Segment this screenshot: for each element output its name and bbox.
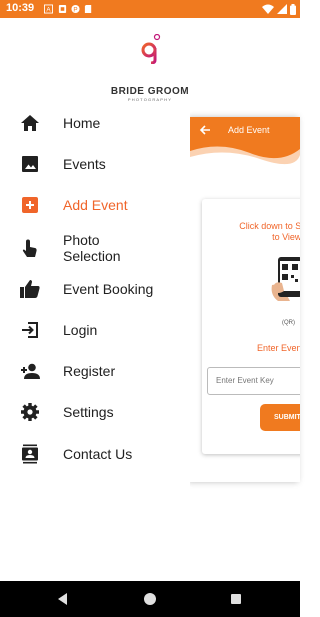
sd-card-icon xyxy=(84,4,92,14)
navigation-drawer: BRIDE GROOM PHOTOGRAPHY Home Events Add … xyxy=(0,18,190,581)
menu-item-home[interactable]: Home xyxy=(0,103,190,143)
add-event-screen: Add Event Click down to Sca to View E (Q… xyxy=(190,117,300,482)
menu-item-login[interactable]: Login xyxy=(0,310,190,350)
qr-label: (QR) xyxy=(282,320,295,326)
menu-label: Contact Us xyxy=(63,446,133,462)
menu-label: Register xyxy=(63,363,116,379)
signal-icon xyxy=(277,4,287,14)
menu-label: Login xyxy=(63,322,98,338)
status-bar: 10:39 A P xyxy=(0,0,300,18)
header-wave xyxy=(190,146,300,171)
add-box-icon xyxy=(22,197,38,213)
thumb-up-icon xyxy=(20,280,40,298)
event-key-card: Click down to Sca to View E (QR) Enter E… xyxy=(202,199,300,454)
menu-label: Event Booking xyxy=(63,281,154,297)
touch-icon xyxy=(22,239,37,257)
menu-item-settings[interactable]: Settings xyxy=(0,392,190,432)
home-circle-icon[interactable] xyxy=(142,591,158,607)
menu-item-add-event[interactable]: Add Event xyxy=(0,185,190,225)
menu-item-photo-selection[interactable]: Photo Selection xyxy=(0,227,190,269)
brand-sub: PHOTOGRAPHY xyxy=(127,97,173,102)
menu-label: Events xyxy=(63,156,106,172)
logo-mark-icon xyxy=(139,34,161,64)
menu-item-register[interactable]: Register xyxy=(0,351,190,391)
brand-name: BRIDE GROOM xyxy=(110,86,190,97)
image-icon xyxy=(22,156,38,172)
battery-icon xyxy=(290,3,296,15)
system-nav-bar xyxy=(0,581,300,617)
home-icon xyxy=(21,115,39,131)
back-icon[interactable] xyxy=(55,591,71,607)
brand-logo: BRIDE GROOM PHOTOGRAPHY xyxy=(105,34,195,104)
svg-text:P: P xyxy=(73,7,77,14)
contacts-icon xyxy=(22,444,38,464)
status-time: 10:39 xyxy=(6,2,35,14)
login-icon xyxy=(22,322,38,338)
scan-instruction: Click down to Sca to View E xyxy=(239,221,300,242)
recents-icon[interactable] xyxy=(228,591,244,607)
qr-phone-icon xyxy=(271,257,300,301)
person-add-icon xyxy=(21,363,40,379)
app-icon: P xyxy=(71,4,80,14)
gear-icon xyxy=(21,403,39,421)
back-arrow-icon[interactable] xyxy=(198,123,212,137)
app-bar: Add Event xyxy=(190,117,300,171)
menu-label: Home xyxy=(63,115,101,131)
notification-a-icon: A xyxy=(44,4,53,14)
menu-item-event-booking[interactable]: Event Booking xyxy=(0,269,190,309)
wifi-icon xyxy=(262,4,274,14)
enter-event-label: Enter Even xyxy=(257,343,300,353)
menu-item-contact-us[interactable]: Contact Us xyxy=(0,434,190,474)
submit-button[interactable]: SUBMIT xyxy=(260,404,300,431)
sim-icon xyxy=(58,4,67,14)
menu-label: Settings xyxy=(63,404,114,420)
menu-item-events[interactable]: Events xyxy=(0,144,190,184)
event-key-input[interactable]: Enter Event Key xyxy=(207,367,300,395)
menu-label: Add Event xyxy=(63,197,128,213)
screen-title: Add Event xyxy=(228,125,270,135)
menu-label: Photo Selection xyxy=(63,232,121,264)
